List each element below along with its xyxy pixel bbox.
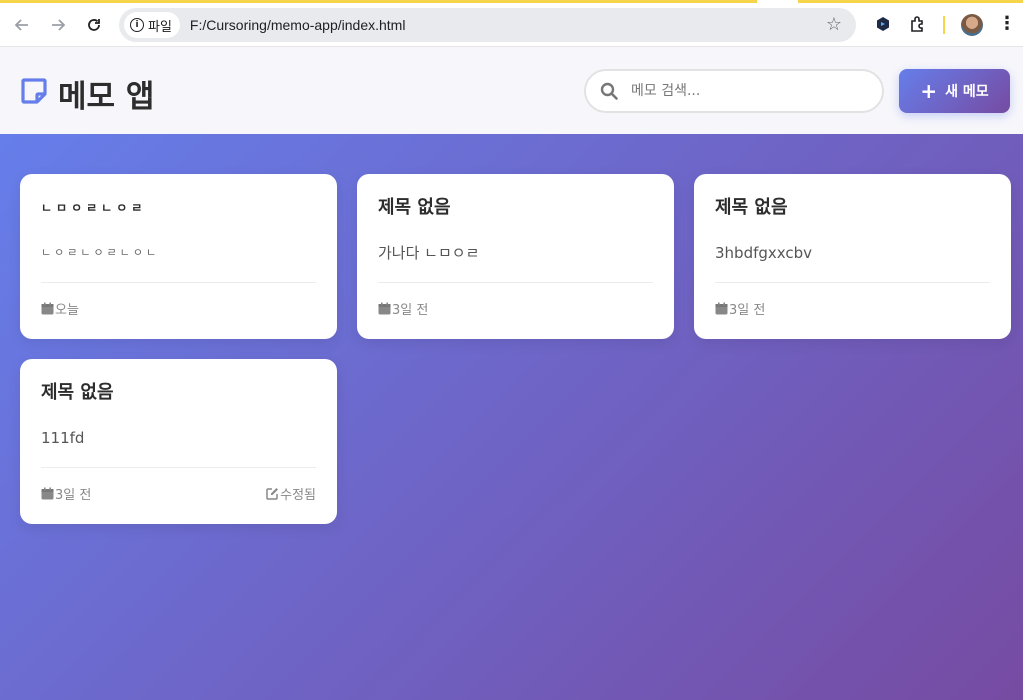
puzzle-icon bbox=[911, 16, 923, 32]
memo-date-text: 3일 전 bbox=[392, 303, 429, 318]
memo-grid: ㄴㅁㅇㄹㄴㅇㄹ ㄴㅇㄹㄴㅇㄹㄴㅇㄴ 오늘 제목 없음 가나다 ㄴㅁㅇㄹ 3일 전 bbox=[20, 174, 1011, 524]
calendar-icon bbox=[715, 302, 728, 315]
arrow-left-icon bbox=[14, 18, 28, 31]
memo-title: 제목 없음 bbox=[378, 197, 451, 218]
info-icon: i bbox=[130, 18, 144, 32]
sticky-note-icon bbox=[21, 78, 47, 104]
menu-kebab-icon[interactable]: ⋮ bbox=[998, 13, 1016, 34]
search-box[interactable] bbox=[584, 69, 884, 113]
calendar-icon bbox=[41, 302, 54, 315]
extensions-puzzle-icon[interactable] bbox=[908, 14, 928, 34]
arrow-right-icon bbox=[52, 18, 66, 31]
browser-toolbar: i 파일 F:/Cursoring/memo-app/index.html ☆ … bbox=[0, 3, 1023, 47]
forward-button[interactable] bbox=[40, 7, 76, 43]
calendar-icon bbox=[41, 487, 54, 500]
memo-date-text: 3일 전 bbox=[55, 488, 92, 503]
address-bar[interactable]: i 파일 F:/Cursoring/memo-app/index.html ☆ bbox=[119, 8, 856, 42]
extension-hexagon-icon[interactable] bbox=[873, 14, 893, 34]
search-input[interactable] bbox=[631, 83, 861, 99]
edit-icon bbox=[266, 488, 279, 500]
memo-edited-badge: 수정됨 bbox=[266, 484, 316, 503]
card-divider bbox=[715, 282, 990, 283]
memo-date-text: 오늘 bbox=[55, 303, 79, 318]
memo-date: 3일 전 bbox=[715, 299, 765, 318]
memo-title: 제목 없음 bbox=[715, 197, 788, 218]
memo-date: 3일 전 bbox=[378, 299, 428, 318]
page-title: 메모 앱 bbox=[58, 79, 155, 115]
memo-body: 111fd bbox=[41, 429, 85, 447]
site-info-chip[interactable]: i 파일 bbox=[124, 12, 180, 38]
memo-date: 3일 전 bbox=[41, 484, 91, 503]
reload-button[interactable] bbox=[76, 7, 112, 43]
memo-date-text: 3일 전 bbox=[729, 303, 766, 318]
reload-icon bbox=[88, 18, 100, 31]
new-memo-label: 새 메모 bbox=[945, 84, 989, 100]
memo-body: 3hbdfgxxcbv bbox=[715, 244, 813, 262]
url-text[interactable]: F:/Cursoring/memo-app/index.html bbox=[190, 17, 406, 33]
app-header: 메모 앱 + 새 메모 bbox=[0, 47, 1023, 134]
site-info-label: 파일 bbox=[148, 19, 172, 35]
memo-footer: 3일 전 bbox=[378, 299, 653, 318]
card-divider bbox=[378, 282, 653, 283]
search-icon bbox=[600, 82, 618, 100]
memo-body: 가나다 ㄴㅁㅇㄹ bbox=[378, 244, 480, 262]
profile-avatar[interactable] bbox=[961, 14, 983, 36]
card-divider bbox=[41, 282, 316, 283]
memo-title: 제목 없음 bbox=[41, 382, 114, 403]
card-divider bbox=[41, 467, 316, 468]
memo-footer: 3일 전 수정됨 bbox=[41, 484, 316, 503]
memo-footer: 3일 전 bbox=[715, 299, 990, 318]
hexagon-icon bbox=[877, 17, 889, 31]
new-memo-button[interactable]: + 새 메모 bbox=[899, 69, 1010, 113]
memo-card[interactable]: 제목 없음 가나다 ㄴㅁㅇㄹ 3일 전 bbox=[357, 174, 674, 339]
memo-area: ㄴㅁㅇㄹㄴㅇㄹ ㄴㅇㄹㄴㅇㄹㄴㅇㄴ 오늘 제목 없음 가나다 ㄴㅁㅇㄹ 3일 전 bbox=[0, 134, 1023, 700]
plus-icon: + bbox=[920, 79, 938, 103]
toolbar-divider bbox=[943, 16, 945, 34]
memo-card[interactable]: 제목 없음 111fd 3일 전 수정됨 bbox=[20, 359, 337, 524]
memo-footer: 오늘 bbox=[41, 299, 316, 318]
memo-title: ㄴㅁㅇㄹㄴㅇㄹ bbox=[41, 201, 147, 215]
bookmark-star-icon[interactable]: ☆ bbox=[826, 14, 842, 35]
back-button[interactable] bbox=[4, 7, 40, 43]
memo-card[interactable]: ㄴㅁㅇㄹㄴㅇㄹ ㄴㅇㄹㄴㅇㄹㄴㅇㄴ 오늘 bbox=[20, 174, 337, 339]
memo-body: ㄴㅇㄹㄴㅇㄹㄴㅇㄴ bbox=[41, 246, 160, 259]
memo-date: 오늘 bbox=[41, 299, 79, 318]
memo-card[interactable]: 제목 없음 3hbdfgxxcbv 3일 전 bbox=[694, 174, 1011, 339]
memo-edited-text: 수정됨 bbox=[280, 488, 316, 503]
calendar-icon bbox=[378, 302, 391, 315]
